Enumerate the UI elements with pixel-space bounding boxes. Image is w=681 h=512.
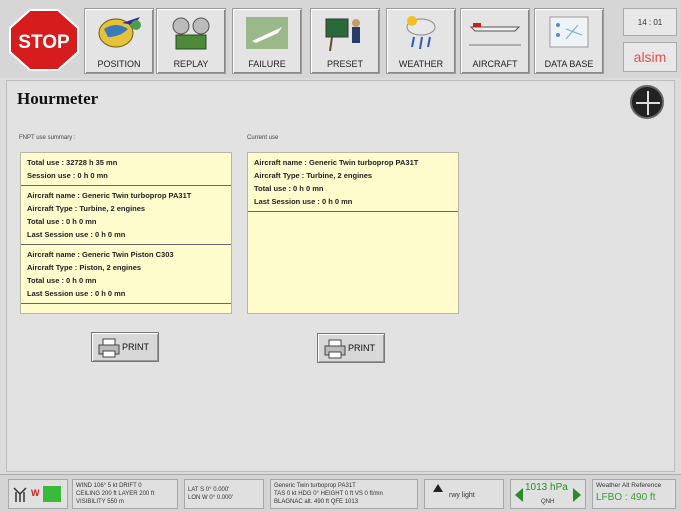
latitude-text: LAT S 0° 0.000' bbox=[188, 487, 230, 493]
stop-button[interactable]: STOP bbox=[8, 8, 80, 72]
summary-print-button[interactable]: PRINT bbox=[91, 332, 159, 362]
printer-icon bbox=[98, 338, 120, 358]
summary-panel: Total use : 32728 h 35 mn Session use : … bbox=[20, 152, 232, 314]
wind-text: WIND 106° 5 kt DRIFT 0 bbox=[76, 483, 142, 489]
position-status: LAT S 0° 0.000' LON W 0° 0.000' bbox=[184, 479, 264, 509]
current-group-aircraft: Aircraft name : Generic Twin turboprop P… bbox=[248, 153, 458, 212]
position-button[interactable]: POSITION bbox=[84, 8, 154, 74]
current-use-label: Current use bbox=[247, 135, 279, 141]
failure-label: FAILURE bbox=[248, 59, 286, 69]
signal-status: W bbox=[8, 479, 68, 509]
arrow-left-icon[interactable] bbox=[515, 488, 523, 502]
aircraft-button[interactable]: AIRCRAFT bbox=[460, 8, 530, 74]
printer-icon bbox=[324, 339, 346, 359]
airport-text: BLAGNAC alt. 490 ft QFE 1013 bbox=[274, 499, 359, 505]
weather-label: WEATHER bbox=[398, 59, 444, 69]
aircraft-status: Generic Twin turboprop PA31T TAS 0 kt HD… bbox=[270, 479, 418, 509]
clock-display: 14 : 01 bbox=[623, 8, 677, 36]
aircraft-icon bbox=[469, 23, 521, 46]
rwy-light-button[interactable]: rwy light bbox=[424, 479, 504, 509]
antenna-icon bbox=[13, 487, 27, 502]
alt-reference-label: Weather Alt Reference bbox=[596, 482, 662, 489]
summary-group-aircraft-1: Aircraft name : Generic Twin turboprop P… bbox=[21, 186, 231, 245]
database-label: DATA BASE bbox=[544, 59, 594, 69]
replay-label: REPLAY bbox=[173, 59, 209, 69]
aircraft-total-use: Total use : 0 h 0 mn bbox=[254, 184, 324, 193]
replay-button[interactable]: REPLAY bbox=[156, 8, 226, 74]
top-toolbar: STOP POSITION REPLAY FAILURE PRESET WEAT… bbox=[0, 0, 681, 78]
summary-group-total: Total use : 32728 h 35 mn Session use : … bbox=[21, 153, 231, 186]
stop-label: STOP bbox=[18, 32, 70, 53]
current-print-button[interactable]: PRINT bbox=[317, 333, 385, 363]
longitude-text: LON W 0° 0.000' bbox=[188, 495, 233, 501]
alt-reference: Weather Alt Reference LFBO : 490 ft bbox=[592, 479, 676, 509]
cloud-rain-icon bbox=[406, 16, 436, 50]
weather-status: WIND 106° 5 kt DRIFT 0 CEILING 200 ft LA… bbox=[72, 479, 178, 509]
aircraft-type: Aircraft Type : Turbine, 2 engines bbox=[254, 171, 373, 180]
compass-icon bbox=[630, 85, 664, 119]
preset-button[interactable]: PRESET bbox=[310, 8, 380, 74]
aircraft-name: Aircraft name : Generic Twin turboprop P… bbox=[254, 158, 419, 167]
arrow-right-icon[interactable] bbox=[573, 488, 581, 502]
page-title: Hourmeter bbox=[17, 89, 99, 108]
print-label: PRINT bbox=[122, 342, 149, 352]
aircraft-last-session: Last Session use : 0 h 0 mn bbox=[254, 197, 353, 206]
status-bar: W WIND 106° 5 kt DRIFT 0 CEILING 200 ft … bbox=[0, 474, 681, 512]
flight-params-text: TAS 0 kt HDG 0° HEIGHT 0 ft VS 0 ft/mn bbox=[274, 491, 383, 497]
brand-logo: alsim bbox=[623, 42, 677, 72]
aircraft-label: AIRCRAFT bbox=[472, 59, 518, 69]
database-button[interactable]: DATA BASE bbox=[534, 8, 604, 74]
alt-reference-value: LFBO : 490 ft bbox=[596, 492, 656, 503]
hourmeter-page: Hourmeter FNPT use summary : Total use :… bbox=[6, 80, 675, 472]
aircraft-name: Aircraft name : Generic Twin Piston C303 bbox=[27, 250, 174, 259]
aircraft-type: Aircraft Type : Turbine, 2 engines bbox=[27, 204, 146, 213]
arrow-up-icon bbox=[433, 484, 443, 492]
current-use-panel: Aircraft name : Generic Twin turboprop P… bbox=[247, 152, 459, 314]
print-label: PRINT bbox=[348, 343, 375, 353]
qnh-value: 1013 hPa bbox=[525, 482, 568, 493]
qnh-control[interactable]: 1013 hPa QNH bbox=[510, 479, 586, 509]
summary-label: FNPT use summary : bbox=[19, 135, 76, 141]
summary-session-use: Session use : 0 h 0 mn bbox=[27, 171, 108, 180]
position-label: POSITION bbox=[97, 59, 141, 69]
aircraft-total-use: Total use : 0 h 0 mn bbox=[27, 276, 97, 285]
aircraft-name: Aircraft name : Generic Twin turboprop P… bbox=[27, 191, 192, 200]
status-light bbox=[43, 486, 61, 502]
aircraft-total-use: Total use : 0 h 0 mn bbox=[27, 217, 97, 226]
failure-button[interactable]: FAILURE bbox=[232, 8, 302, 74]
summary-group-aircraft-2: Aircraft name : Generic Twin Piston C303… bbox=[21, 245, 231, 304]
aircraft-name-text: Generic Twin turboprop PA31T bbox=[274, 483, 356, 489]
w-indicator: W bbox=[31, 488, 40, 498]
rwy-light-label: rwy light bbox=[449, 492, 475, 499]
globe-plane-icon bbox=[98, 17, 141, 48]
weather-button[interactable]: WEATHER bbox=[386, 8, 456, 74]
instructor-board-icon bbox=[325, 18, 360, 52]
crashed-plane-icon bbox=[246, 17, 288, 49]
film-reel-icon bbox=[172, 17, 210, 50]
aircraft-last-session: Last Session use : 0 h 0 mn bbox=[27, 230, 126, 239]
stop-sign-icon: STOP bbox=[9, 9, 79, 71]
preset-label: PRESET bbox=[326, 59, 363, 69]
ceiling-text: CEILING 200 ft LAYER 200 ft bbox=[76, 491, 155, 497]
qnh-label: QNH bbox=[541, 499, 555, 505]
visibility-text: VISIBILITY 550 m bbox=[76, 499, 124, 505]
aircraft-type: Aircraft Type : Piston, 2 engines bbox=[27, 263, 142, 272]
summary-total-use: Total use : 32728 h 35 mn bbox=[27, 158, 118, 167]
aircraft-last-session: Last Session use : 0 h 0 mn bbox=[27, 289, 126, 298]
database-map-icon bbox=[549, 16, 589, 48]
